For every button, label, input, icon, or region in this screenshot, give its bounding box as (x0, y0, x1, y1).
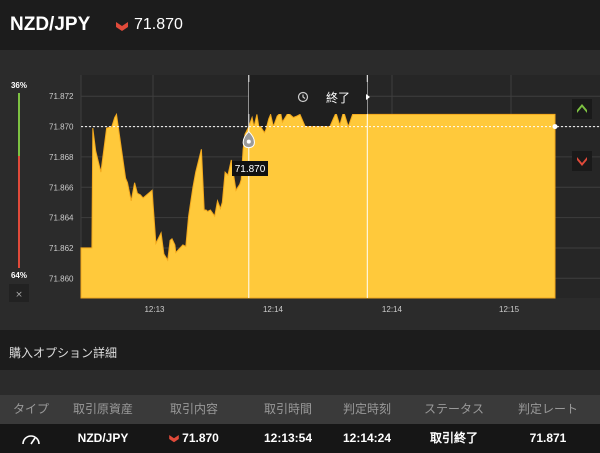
currency-pair-title: NZD/JPY (10, 14, 91, 35)
rate-label: 71.870 (235, 164, 266, 175)
trade-rate: 71.870 (182, 431, 219, 445)
x-tick-label: 12:15 (499, 305, 520, 314)
gauge-icon (22, 435, 40, 445)
header-judge-rate: 判定レート (517, 402, 578, 416)
header-trade-content: 取引内容 (169, 402, 218, 416)
x-tick-label: 12:14 (382, 305, 403, 314)
current-rate: 71.870 (134, 16, 183, 33)
up-button[interactable] (572, 99, 592, 119)
asset-cell: NZD/JPY (77, 431, 129, 445)
table-header-row: タイプ 取引原資産 取引内容 取引時間 判定時刻 ステータス 判定レート (0, 395, 600, 424)
header-type: タイプ (12, 402, 49, 416)
header-judge-time: 判定時刻 (342, 402, 391, 416)
y-tick-label: 71.872 (49, 92, 74, 101)
table-row[interactable]: NZD/JPY 71.870 12:13:54 12:14:24 取引終了 71… (0, 424, 600, 453)
x-tick-label: 12:13 (144, 305, 165, 314)
entry-marker-dot (246, 139, 251, 144)
end-label: 終了 (326, 90, 350, 105)
down-button[interactable] (572, 151, 592, 171)
y-tick-label: 71.864 (49, 214, 74, 223)
header-asset: 取引原資産 (72, 402, 133, 416)
percent-down-label: 64% (11, 271, 27, 280)
down-button-bg (572, 151, 592, 171)
header-trade-time: 取引時間 (263, 402, 312, 416)
y-tick-label: 71.866 (49, 183, 74, 192)
percent-up-label: 36% (11, 81, 27, 90)
judge-rate-cell: 71.871 (529, 431, 567, 445)
type-cell (0, 424, 62, 453)
header-status: ステータス (423, 402, 484, 416)
up-button-bg (572, 99, 592, 119)
header-bar: NZD/JPY 71.870 (0, 0, 600, 50)
x-tick-label: 12:14 (263, 305, 284, 314)
close-icon: × (15, 290, 23, 300)
purchase-options-table: タイプ 取引原資産 取引内容 取引時間 判定時刻 ステータス 判定レート NZD… (0, 395, 600, 453)
price-chart: 終了 71.870 71.872 71.870 71.868 71.866 71.864 71… (9, 75, 600, 314)
y-tick-label: 71.862 (49, 244, 74, 253)
trade-time-cell: 12:13:54 (263, 431, 313, 445)
y-tick-label: 71.870 (49, 123, 74, 132)
purchase-options-header: 購入オプション詳細 (0, 330, 600, 370)
down-arrow-icon (116, 22, 128, 31)
chart-area: 終了 71.870 71.872 71.870 71.868 71.866 71.864 71… (0, 50, 600, 328)
down-arrow-icon (169, 434, 179, 442)
judge-time-cell: 12:14:24 (342, 431, 392, 445)
y-tick-label: 71.868 (49, 153, 74, 162)
last-price-dot (552, 124, 558, 130)
section-title: 購入オプション詳細 (9, 346, 118, 360)
y-tick-label: 71.860 (49, 274, 74, 283)
trade-content-cell: 71.870 (150, 424, 238, 453)
status-cell: 取引終了 (429, 431, 478, 445)
